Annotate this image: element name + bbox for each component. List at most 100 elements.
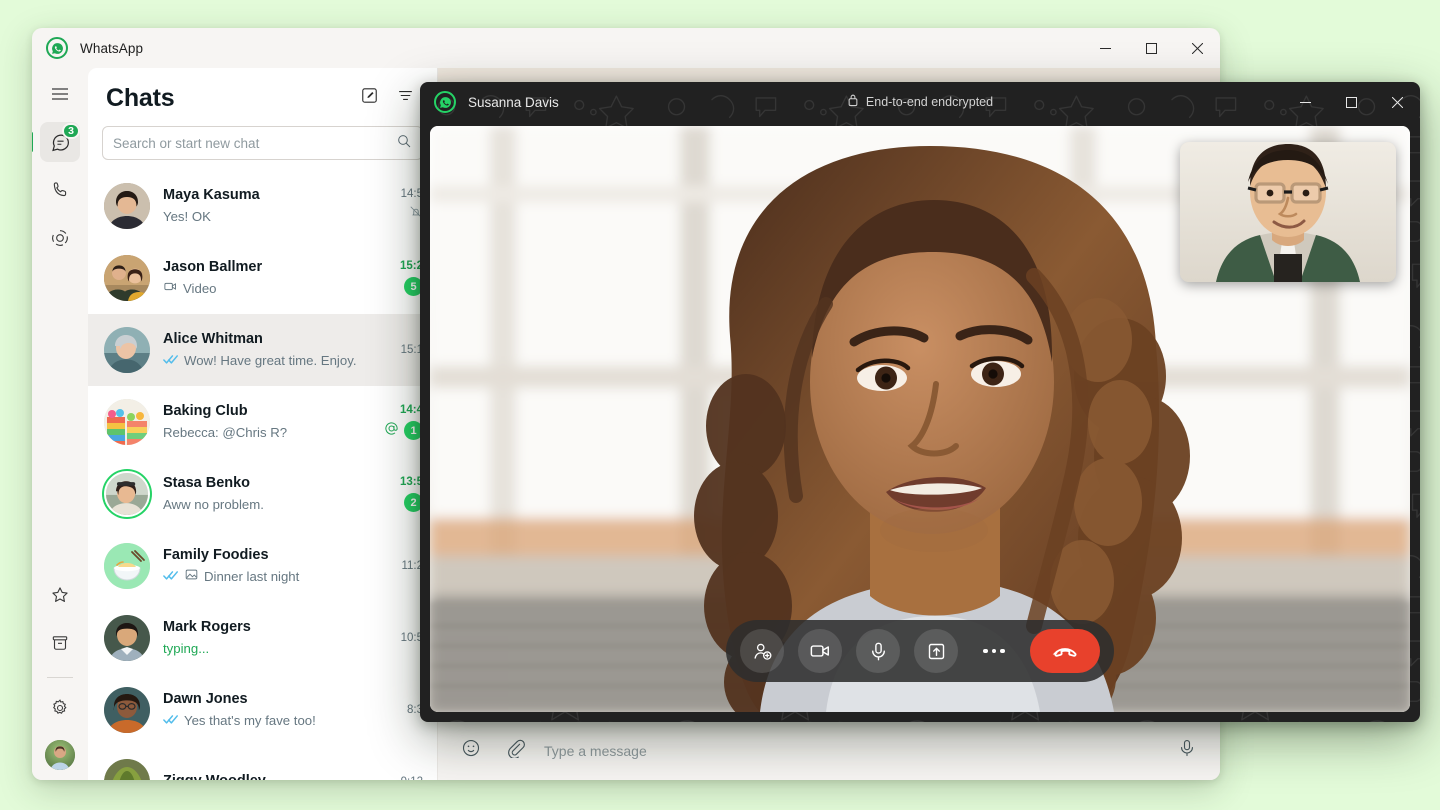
phone-hangup-icon	[1052, 638, 1078, 664]
attach-button[interactable]	[500, 736, 530, 766]
chat-list-actions	[353, 82, 421, 114]
status-circle-icon	[50, 228, 70, 248]
chat-row-meta: 8:3	[367, 704, 423, 716]
profile-avatar[interactable]	[45, 740, 75, 770]
chat-row-meta: 11:2	[367, 560, 423, 572]
encryption-indicator: End-to-end endcrypted	[420, 82, 1420, 122]
sidebar-item-starred[interactable]	[40, 575, 80, 615]
chat-row-meta: 15:1	[367, 344, 423, 356]
table-row[interactable]: Baking Club Rebecca: @Chris R? 14:4 1	[88, 386, 437, 458]
chat-snippet: Yes that's my fave too!	[163, 711, 367, 730]
message-composer	[438, 720, 1220, 780]
call-minimize-button[interactable]	[1282, 82, 1328, 122]
hamburger-menu-button[interactable]	[40, 74, 80, 114]
search-input[interactable]	[113, 135, 396, 151]
table-row[interactable]: Jason Ballmer Video 15:2 5	[88, 242, 437, 314]
chat-meta-row: 1	[384, 421, 423, 441]
call-close-button[interactable]	[1374, 82, 1420, 122]
chat-snippet-text: Rebecca: @Chris R?	[163, 425, 288, 440]
phone-icon	[50, 180, 70, 200]
call-titlebar: Susanna Davis End-to-end endcrypted	[420, 82, 1420, 122]
end-call-button[interactable]	[1030, 629, 1100, 673]
call-maximize-button[interactable]	[1328, 82, 1374, 122]
message-input[interactable]	[544, 742, 1158, 759]
paperclip-icon	[505, 738, 525, 763]
chat-snippet: Video	[163, 279, 367, 299]
avatar	[104, 399, 150, 445]
chat-snippet: Wow! Have great time. Enjoy.	[163, 351, 367, 370]
search-box[interactable]	[102, 126, 423, 160]
chat-name: Stasa Benko	[163, 475, 251, 491]
chat-list-header: Chats	[88, 68, 437, 120]
chat-snippet-text: Yes that's my fave too!	[184, 713, 316, 728]
chat-snippet: Yes! OK	[163, 207, 367, 226]
chat-snippet-text: Aww no problem.	[163, 497, 264, 512]
double-check-icon	[163, 711, 179, 730]
share-screen-button[interactable]	[914, 629, 958, 673]
chat-snippet-text: typing...	[163, 641, 210, 656]
table-row[interactable]: Dawn Jones Yes that's my fave too! 8:3	[88, 674, 437, 746]
chat-row-meta: 13:5 2	[367, 476, 423, 512]
self-view-pip[interactable]	[1180, 142, 1396, 282]
filter-chats-button[interactable]	[389, 82, 421, 114]
chat-name: Mark Rogers	[163, 619, 251, 635]
sidebar-item-calls[interactable]	[40, 170, 80, 210]
sidebar-item-chats[interactable]: 3	[32, 122, 80, 162]
chat-row-meta: 15:2 5	[367, 260, 423, 296]
close-button[interactable]	[1174, 28, 1220, 68]
maximize-button[interactable]	[1128, 28, 1174, 68]
chat-name: Baking Club	[163, 403, 248, 419]
chat-snippet-text: Yes! OK	[163, 209, 211, 224]
table-row[interactable]: Family Foodies Dinner last night 11:2	[88, 530, 437, 602]
sidebar-item-archived[interactable]	[40, 623, 80, 663]
chat-snippet: typing...	[163, 639, 367, 658]
sidebar-item-settings[interactable]	[40, 688, 80, 728]
chat-name: Jason Ballmer	[163, 258, 263, 275]
person-add-icon	[752, 641, 773, 662]
search-wrapper	[88, 120, 437, 170]
table-row[interactable]: Alice Whitman Wow! Have great time. Enjo…	[88, 314, 437, 386]
video-camera-icon	[809, 640, 831, 662]
hamburger-menu-icon	[50, 84, 70, 104]
chat-snippet: Rebecca: @Chris R?	[163, 423, 367, 442]
chat-name: Maya Kasuma	[163, 187, 260, 203]
image-icon	[184, 567, 199, 587]
toggle-microphone-button[interactable]	[856, 629, 900, 673]
chat-time: 9:12	[401, 776, 423, 780]
more-options-button[interactable]	[972, 629, 1016, 673]
chat-snippet: Aww no problem.	[163, 495, 367, 514]
emoji-button[interactable]	[456, 736, 486, 766]
chat-row-meta: 14:5	[367, 188, 423, 224]
avatar	[104, 687, 150, 733]
gear-icon	[50, 698, 70, 718]
minimize-button[interactable]	[1082, 28, 1128, 68]
star-icon	[50, 585, 70, 605]
main-window-controls	[1082, 28, 1220, 68]
toggle-video-button[interactable]	[798, 629, 842, 673]
table-row[interactable]: Maya Kasuma Yes! OK 14:5	[88, 170, 437, 242]
screen: WhatsApp 3 Chats Search or start new cha…	[0, 0, 1440, 810]
avatar	[104, 615, 150, 661]
voice-message-button[interactable]	[1172, 736, 1202, 766]
chat-row-main: Mark Rogers typing...	[163, 618, 367, 658]
double-check-icon	[163, 567, 179, 586]
table-row[interactable]: Ziggy Woodley 9:12	[88, 746, 437, 780]
sidebar-item-status[interactable]	[40, 218, 80, 258]
chat-row-main: Ziggy Woodley	[163, 772, 367, 781]
navigation-rail: 3	[32, 68, 88, 780]
remote-video-stage[interactable]	[430, 126, 1410, 712]
table-row[interactable]: Mark Rogers typing... 10:5	[88, 602, 437, 674]
double-check-icon	[163, 351, 179, 370]
chat-row-main: Baking Club Rebecca: @Chris R?	[163, 402, 367, 442]
page-title: Chats	[106, 83, 175, 112]
call-control-bar	[726, 620, 1114, 682]
call-peer-name: Susanna Davis	[468, 94, 559, 110]
chat-name: Family Foodies	[163, 546, 269, 563]
chat-snippet-text: Wow! Have great time. Enjoy.	[184, 353, 357, 368]
filter-lines-icon	[396, 86, 415, 110]
chat-row-main: Jason Ballmer Video	[163, 258, 367, 299]
new-chat-button[interactable]	[353, 82, 385, 114]
chat-name: Alice Whitman	[163, 331, 263, 347]
add-participant-button[interactable]	[740, 629, 784, 673]
table-row[interactable]: Stasa Benko Aww no problem. 13:5 2	[88, 458, 437, 530]
